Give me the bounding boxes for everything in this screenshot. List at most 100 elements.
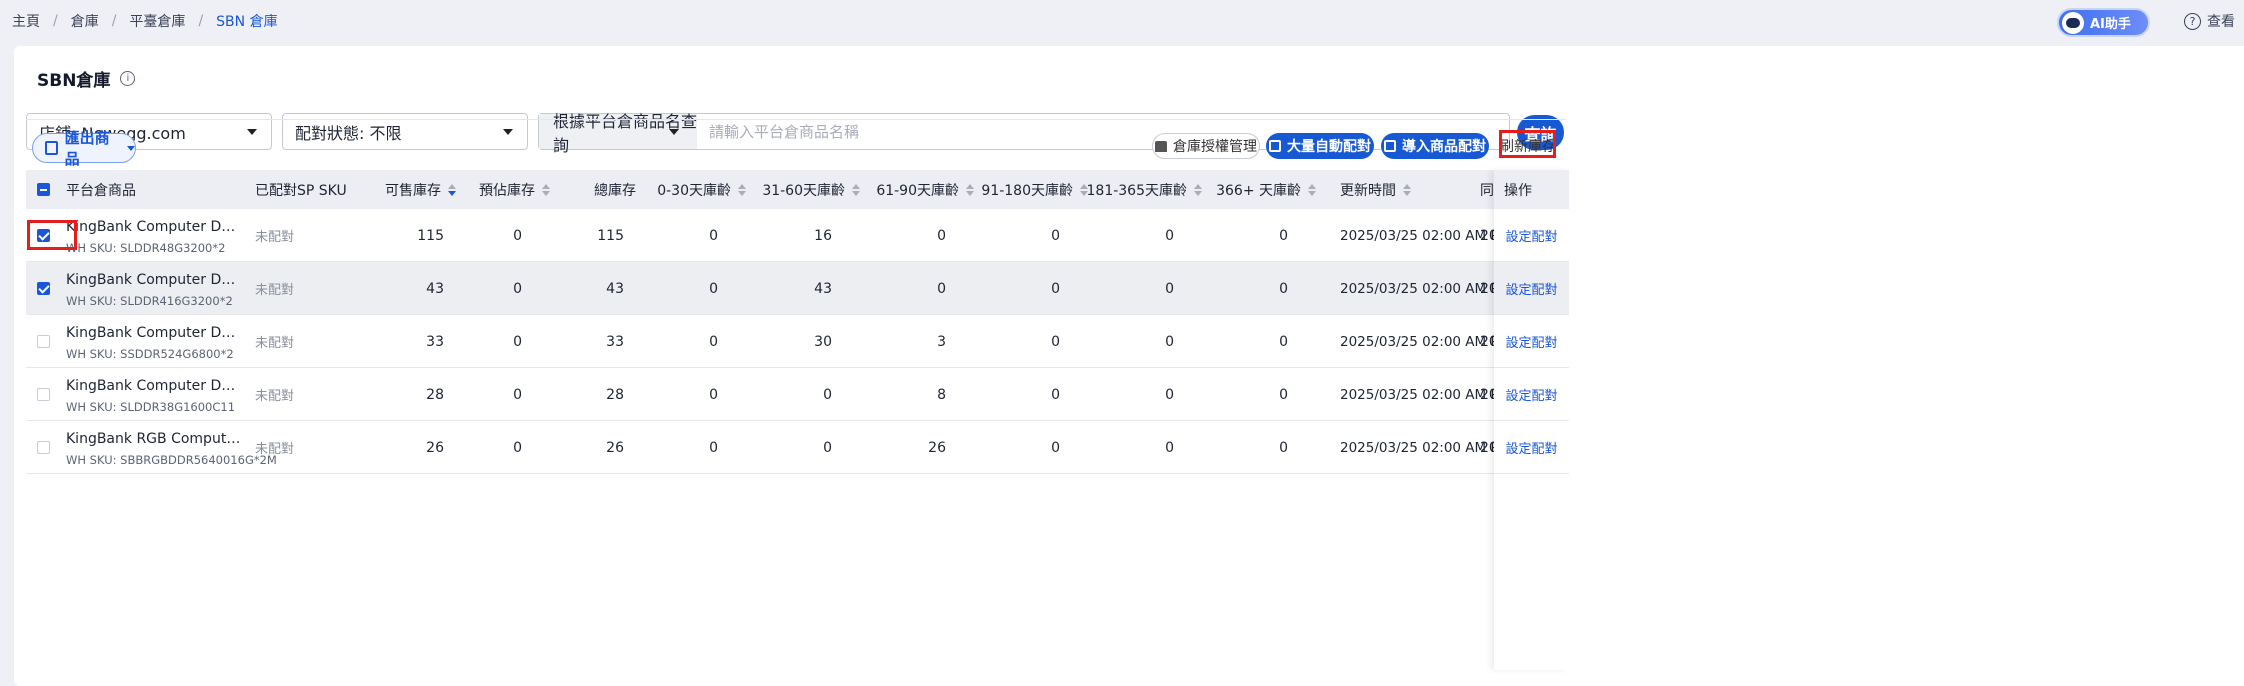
cell-total: 33 bbox=[606, 333, 624, 350]
ai-assistant-button[interactable]: AI助手 bbox=[2057, 8, 2150, 37]
warehouse-auth-label: 倉庫授權管理 bbox=[1173, 139, 1257, 155]
page-title: SBN倉庫 bbox=[37, 71, 111, 91]
col-updated-label: 更新時間 bbox=[1340, 182, 1396, 199]
cell-d0_30: 0 bbox=[709, 227, 718, 244]
col-age-91-180[interactable]: 91-180天庫齡 bbox=[974, 170, 1088, 209]
table-row[interactable]: KingBank RGB Computer Desktop Memory WH S… bbox=[26, 421, 1566, 474]
set-match-link[interactable]: 設定配對 bbox=[1505, 332, 1557, 351]
matched-sku-status: 未配對 bbox=[255, 230, 295, 245]
export-icon bbox=[45, 141, 58, 155]
col-reserved[interactable]: 預佔庫存 bbox=[456, 170, 550, 209]
action-cell: 設定配對 bbox=[1494, 262, 1569, 315]
col-age-61-90[interactable]: 61-90天庫齡 bbox=[860, 170, 974, 209]
cell-d91_180: 0 bbox=[1051, 333, 1060, 350]
breadcrumb-platform-warehouse[interactable]: 平臺倉庫 bbox=[129, 11, 185, 31]
cell-d61_90: 3 bbox=[937, 333, 946, 350]
cell-d366: 0 bbox=[1279, 386, 1288, 403]
breadcrumb-warehouse[interactable]: 倉庫 bbox=[71, 11, 99, 31]
cell-d0_30: 0 bbox=[709, 386, 718, 403]
breadcrumb-current: SBN 倉庫 bbox=[216, 14, 278, 30]
cell-d366: 0 bbox=[1279, 333, 1288, 350]
warehouse-auth-button[interactable]: 倉庫授權管理 bbox=[1152, 133, 1260, 159]
col-age-366[interactable]: 366+ 天庫齡 bbox=[1202, 170, 1316, 209]
col-age-91-180-label: 91-180天庫齡 bbox=[981, 182, 1073, 199]
row-checkbox[interactable] bbox=[37, 282, 50, 295]
bulk-auto-match-button[interactable]: 大量自動配對 bbox=[1266, 133, 1374, 159]
cell-sellable: 26 bbox=[426, 439, 444, 456]
sort-icon bbox=[1308, 183, 1316, 196]
action-cell: 設定配對 bbox=[1494, 421, 1569, 474]
cell-reserved: 0 bbox=[513, 227, 522, 244]
cell-d0_30: 0 bbox=[709, 439, 718, 456]
set-match-link[interactable]: 設定配對 bbox=[1505, 279, 1557, 298]
table-row[interactable]: KingBank Computer Desktop Memory WH SKU: … bbox=[26, 315, 1566, 368]
row-checkbox[interactable] bbox=[37, 441, 50, 454]
sort-icon bbox=[738, 183, 746, 196]
sort-icon bbox=[966, 183, 974, 196]
matched-sku-status: 未配對 bbox=[255, 283, 295, 298]
sort-icon bbox=[1194, 183, 1202, 196]
table-row[interactable]: KingBank Computer Desktop Memory WH SKU: … bbox=[26, 209, 1566, 262]
import-match-label: 導入商品配對 bbox=[1402, 139, 1486, 155]
col-age-181-365[interactable]: 181-365天庫齡 bbox=[1087, 170, 1202, 209]
cell-d31_60: 0 bbox=[823, 386, 832, 403]
col-updated[interactable]: 更新時間 bbox=[1340, 170, 1411, 209]
wh-sku: WH SKU: SSDDR524G6800*2 bbox=[66, 347, 234, 361]
export-products-button[interactable]: 匯出商品 bbox=[32, 129, 136, 168]
row-checkbox[interactable] bbox=[37, 335, 50, 348]
wh-sku: WH SKU: SBBRGBDDR5640016G*2M bbox=[66, 453, 277, 467]
cell-d0_30: 0 bbox=[709, 333, 718, 350]
col-sellable-label: 可售庫存 bbox=[385, 182, 441, 199]
select-all-checkbox[interactable] bbox=[37, 183, 50, 196]
table-row[interactable]: KingBank Computer Desktop Memory WH SKU: … bbox=[26, 368, 1566, 421]
info-icon[interactable]: i bbox=[120, 71, 136, 86]
page-title-wrap: SBN倉庫 i bbox=[37, 66, 136, 91]
table-row[interactable]: KingBank Computer Desktop Memory WH SKU: … bbox=[26, 262, 1566, 315]
chevron-down-icon bbox=[247, 129, 257, 135]
cell-reserved: 0 bbox=[513, 439, 522, 456]
action-cell: 設定配對 bbox=[1494, 209, 1569, 262]
set-match-link[interactable]: 設定配對 bbox=[1505, 438, 1557, 457]
bulk-auto-match-label: 大量自動配對 bbox=[1287, 139, 1371, 155]
sort-icon bbox=[448, 183, 456, 196]
cell-total: 28 bbox=[606, 386, 624, 403]
col-age-31-60[interactable]: 31-60天庫齡 bbox=[746, 170, 860, 209]
cell-reserved: 0 bbox=[513, 386, 522, 403]
col-age-366-label: 366+ 天庫齡 bbox=[1216, 182, 1301, 199]
breadcrumb-separator: / bbox=[111, 13, 117, 29]
sort-icon bbox=[1403, 183, 1411, 196]
highlight-box bbox=[27, 220, 77, 250]
col-sellable[interactable]: 可售庫存 bbox=[366, 170, 456, 209]
cell-d366: 0 bbox=[1279, 439, 1288, 456]
cell-total: 43 bbox=[606, 280, 624, 297]
row-checkbox[interactable] bbox=[37, 388, 50, 401]
cell-sellable: 43 bbox=[426, 280, 444, 297]
wh-sku: WH SKU: SLDDR416G3200*2 bbox=[66, 294, 233, 308]
col-platform-product: 平台倉商品 bbox=[66, 182, 136, 199]
col-age-0-30[interactable]: 0-30天庫齡 bbox=[636, 170, 746, 209]
cell-d181_365: 0 bbox=[1165, 386, 1174, 403]
product-name: KingBank Computer Desktop Memory bbox=[66, 378, 241, 394]
import-match-button[interactable]: 導入商品配對 bbox=[1381, 133, 1489, 159]
cell-d31_60: 43 bbox=[814, 280, 832, 297]
ai-assistant-label: AI助手 bbox=[2090, 17, 2131, 32]
col-age-61-90-label: 61-90天庫齡 bbox=[876, 182, 959, 199]
breadcrumb-separator: / bbox=[198, 13, 204, 29]
import-icon bbox=[1384, 140, 1396, 152]
cell-total: 26 bbox=[606, 439, 624, 456]
help-link[interactable]: ? 查看 bbox=[2184, 11, 2235, 31]
breadcrumb-home[interactable]: 主頁 bbox=[12, 11, 40, 31]
cell-d61_90: 8 bbox=[937, 386, 946, 403]
sort-icon bbox=[542, 183, 550, 196]
set-match-link[interactable]: 設定配對 bbox=[1505, 226, 1557, 245]
set-match-link[interactable]: 設定配對 bbox=[1505, 385, 1557, 404]
top-bar: 主頁 / 倉庫 / 平臺倉庫 / SBN 倉庫 AI助手 ? 查看 bbox=[0, 0, 2244, 42]
stamp-icon bbox=[1155, 140, 1167, 152]
cell-d31_60: 16 bbox=[814, 227, 832, 244]
cell-reserved: 0 bbox=[513, 280, 522, 297]
product-name: KingBank RGB Computer Desktop Memory bbox=[66, 431, 241, 447]
export-label: 匯出商品 bbox=[64, 129, 110, 168]
col-action: 操作 bbox=[1494, 170, 1569, 209]
col-reserved-label: 預佔庫存 bbox=[479, 182, 535, 199]
col-age-31-60-label: 31-60天庫齡 bbox=[762, 182, 845, 199]
